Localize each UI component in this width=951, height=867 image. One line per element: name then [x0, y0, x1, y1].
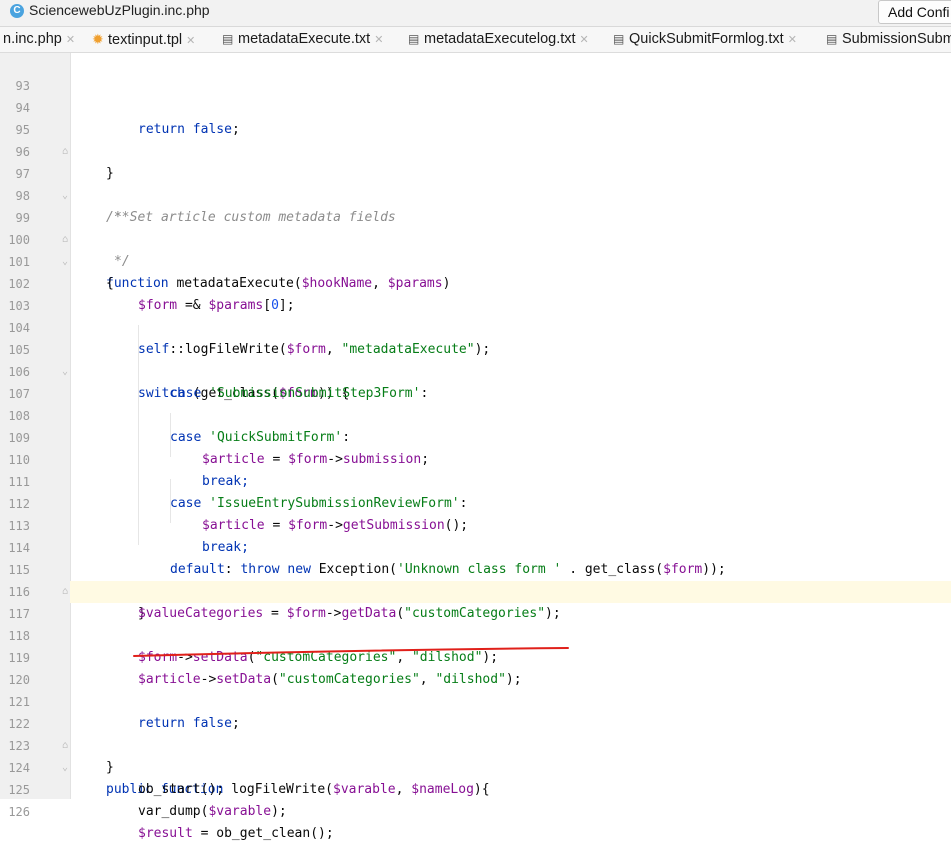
tab-quicksubmitformlog-txt[interactable]: ▤ QuickSubmitFormlog.txt ✕	[613, 27, 797, 52]
code-text: $result = ob_get_clean();	[138, 826, 334, 841]
close-icon[interactable]: ✕	[580, 34, 589, 46]
title-bar: C SciencewebUzPlugin.inc.php Add Confi	[0, 0, 951, 27]
close-icon[interactable]: ✕	[788, 34, 797, 46]
window-title: SciencewebUzPlugin.inc.php	[29, 2, 210, 18]
tab-plugin-inc-php[interactable]: n.inc.php ✕	[3, 27, 75, 52]
tab-label: textinput.tpl	[108, 32, 183, 48]
tab-label: QuickSubmitFormlog.txt	[629, 31, 784, 47]
code-text: var_dump($varable);	[138, 804, 287, 819]
tab-textinput-tpl[interactable]: ✹ textinput.tpl ✕	[92, 27, 195, 52]
tab-label: metadataExecute.txt	[238, 31, 371, 47]
tab-label: n.inc.php	[3, 31, 62, 47]
code-editor[interactable]: 93 94 return false; 95 ⌂ } 96 97 ⌄ /** 9…	[0, 53, 951, 841]
file-icon: ▤	[222, 32, 234, 46]
file-icon: ▤	[408, 32, 420, 46]
close-icon[interactable]: ✕	[186, 35, 195, 47]
tab-metadataexecutelog-txt[interactable]: ▤ metadataExecutelog.txt ✕	[408, 27, 589, 52]
close-icon[interactable]: ✕	[374, 34, 383, 46]
file-icon: ▤	[613, 32, 625, 46]
tab-submissionsubmit[interactable]: ▤ SubmissionSubmi	[826, 27, 951, 52]
editor-tab-bar: n.inc.php ✕ ✹ textinput.tpl ✕ ▤ metadataExec…	[0, 27, 951, 53]
add-configuration-button[interactable]: Add Confi	[878, 0, 951, 24]
close-icon[interactable]: ✕	[66, 34, 75, 46]
sun-icon: ✹	[92, 31, 104, 47]
line-number: 126	[8, 805, 30, 819]
tab-label: SubmissionSubmi	[842, 31, 951, 47]
tab-label: metadataExecutelog.txt	[424, 31, 576, 47]
tab-metadataexecute-txt[interactable]: ▤ metadataExecute.txt ✕	[222, 27, 383, 52]
annotation-underline	[133, 647, 569, 657]
php-class-icon: C	[10, 4, 24, 18]
file-icon: ▤	[826, 32, 838, 46]
